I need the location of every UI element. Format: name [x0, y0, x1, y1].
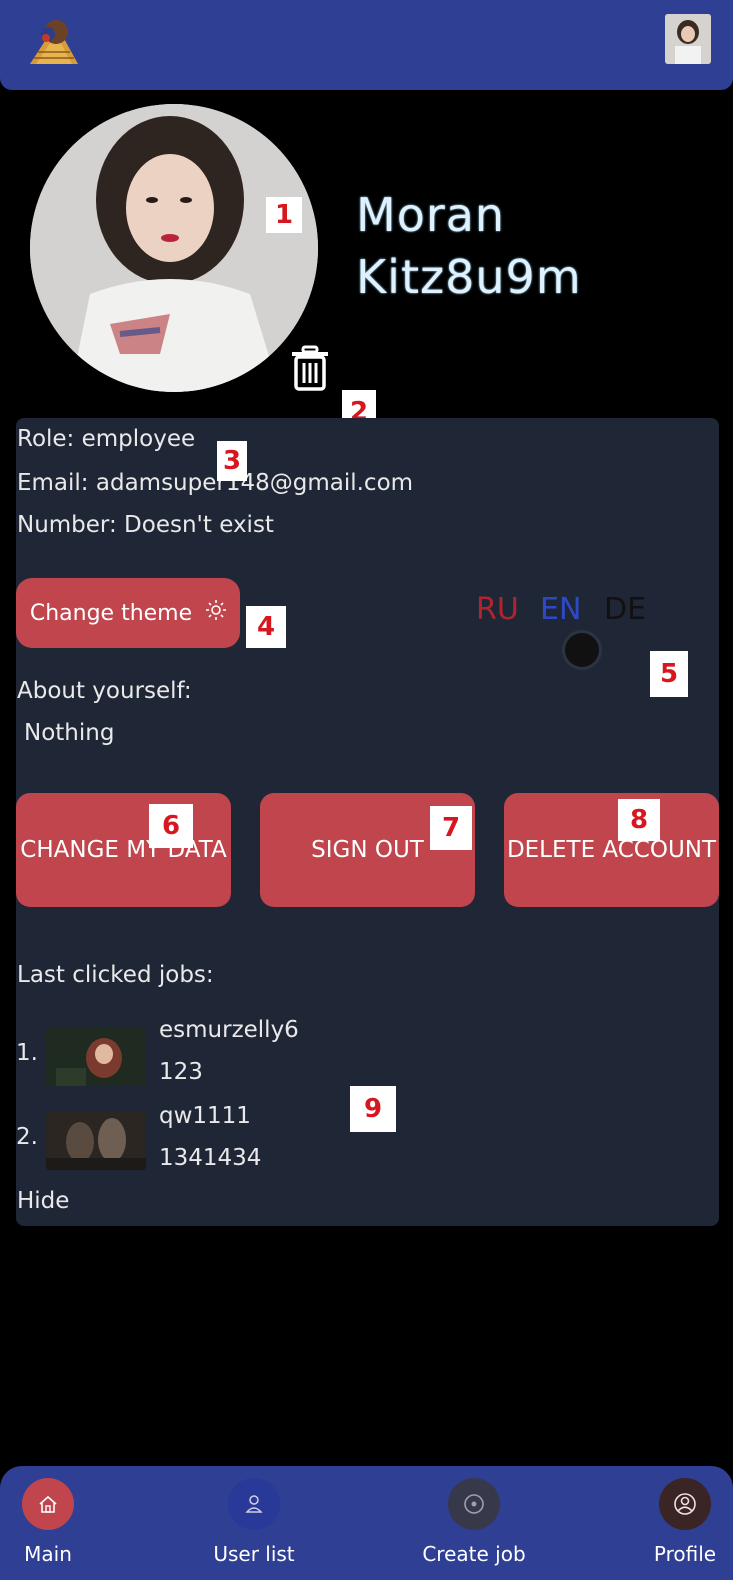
- nav-label-user-list: User list: [213, 1542, 295, 1566]
- lang-ru[interactable]: RU: [476, 592, 519, 627]
- top-header: [0, 0, 733, 90]
- annotation-badge-5: 5: [650, 651, 688, 697]
- language-slider-knob[interactable]: [562, 630, 602, 670]
- job-thumbnail: [46, 1028, 146, 1086]
- about-label: About yourself:: [17, 678, 192, 704]
- email-text: Email: adamsuper148@gmail.com: [17, 470, 414, 496]
- nav-label-profile: Profile: [653, 1542, 717, 1566]
- annotation-badge-1: 1: [266, 197, 302, 233]
- role-text: Role: employee: [17, 426, 196, 452]
- delete-account-button[interactable]: DELETE ACCOUNT: [504, 793, 719, 907]
- nav-label-main: Main: [24, 1542, 72, 1566]
- lang-en[interactable]: EN: [540, 592, 581, 627]
- annotation-badge-4: 4: [246, 606, 286, 648]
- lang-de[interactable]: DE: [604, 592, 646, 627]
- bottom-navigation: Main User list Create job Profile: [0, 1466, 733, 1580]
- profile-first-name: Moran: [356, 188, 506, 242]
- annotation-badge-6: 6: [149, 804, 193, 848]
- hide-jobs-toggle[interactable]: Hide: [17, 1188, 69, 1214]
- mole-logo-icon[interactable]: [26, 12, 82, 68]
- job-title: esmurzelly6: [159, 1017, 299, 1043]
- job-value: 123: [159, 1059, 203, 1085]
- job-thumbnail: [46, 1112, 146, 1170]
- home-icon: [22, 1478, 74, 1530]
- job-title: qw1111: [159, 1103, 251, 1129]
- job-value: 1341434: [159, 1145, 262, 1171]
- annotation-badge-9: 9: [350, 1086, 396, 1132]
- annotation-badge-8: 8: [618, 799, 660, 841]
- about-value: Nothing: [24, 720, 115, 746]
- annotation-badge-3: 3: [217, 441, 247, 481]
- nav-item-main[interactable]: Main: [10, 1466, 86, 1580]
- annotation-badge-7: 7: [430, 806, 472, 850]
- last-clicked-jobs-label: Last clicked jobs:: [17, 962, 214, 988]
- change-my-data-button[interactable]: CHANGE MY DATA: [16, 793, 231, 907]
- sun-icon: [206, 600, 227, 626]
- profile-photo[interactable]: [30, 104, 318, 392]
- user-icon: [228, 1478, 280, 1530]
- number-text: Number: Doesn't exist: [17, 512, 274, 538]
- nav-label-create-job: Create job: [422, 1542, 526, 1566]
- profile-last-name: Kitz8u9m: [356, 250, 582, 304]
- change-theme-button[interactable]: Change theme: [16, 578, 240, 648]
- nav-item-create-job[interactable]: Create job: [420, 1466, 528, 1580]
- change-theme-label: Change theme: [29, 600, 193, 626]
- job-number: 2.: [16, 1124, 38, 1150]
- profile-icon: [659, 1478, 711, 1530]
- create-icon: [448, 1478, 500, 1530]
- trash-icon[interactable]: [290, 345, 330, 393]
- job-number: 1.: [16, 1040, 38, 1066]
- nav-item-profile[interactable]: Profile: [646, 1466, 724, 1580]
- nav-item-user-list[interactable]: User list: [204, 1466, 304, 1580]
- header-avatar[interactable]: [665, 14, 711, 64]
